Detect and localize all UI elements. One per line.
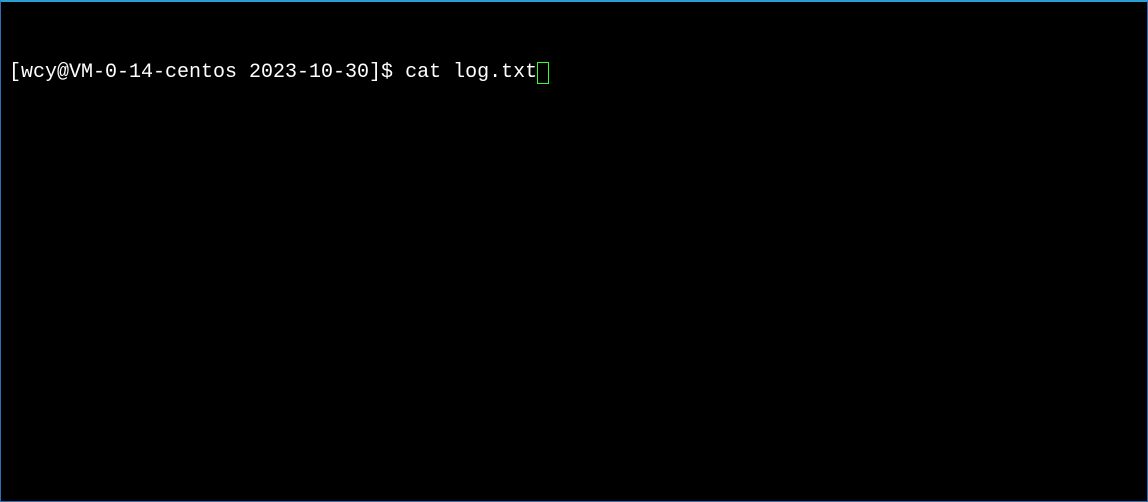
- command-line: [wcy@VM-0-14-centos 2023-10-30]$ cat log…: [9, 60, 1139, 86]
- terminal-window[interactable]: [wcy@VM-0-14-centos 2023-10-30]$ cat log…: [1, 2, 1147, 118]
- shell-prompt: [wcy@VM-0-14-centos 2023-10-30]$: [9, 60, 405, 86]
- typed-command: cat log.txt: [405, 60, 537, 86]
- cursor-block: [537, 62, 549, 84]
